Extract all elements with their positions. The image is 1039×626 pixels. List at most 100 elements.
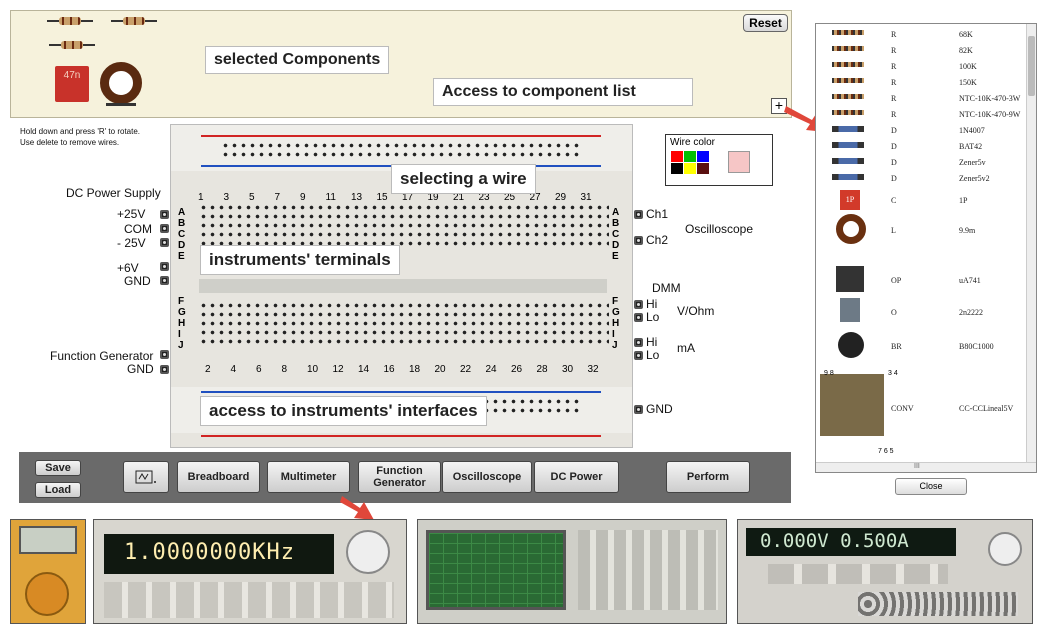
component-icon: [832, 142, 864, 148]
terminal-dmm-lo[interactable]: [634, 313, 643, 322]
component-icon: [832, 126, 864, 132]
column-number: 18: [409, 364, 421, 375]
function-generator-button[interactable]: Function Generator: [358, 461, 441, 493]
multimeter-button[interactable]: Multimeter: [267, 461, 350, 493]
screen-view-button[interactable]: [123, 461, 169, 493]
hole-block-bottom[interactable]: [199, 301, 609, 347]
reset-button[interactable]: Reset: [743, 14, 788, 32]
dc-power-button[interactable]: DC Power: [534, 461, 619, 493]
terminal-gnd-right[interactable]: [634, 405, 643, 414]
dmm-hi-label: Hi: [646, 297, 658, 311]
column-numbers-bottom: 2 4 6 8 10 12 14 16 18 20 22 24 26 28 30 32: [205, 364, 625, 378]
terminal-fgen-out[interactable]: [160, 350, 169, 359]
close-button[interactable]: Close: [895, 478, 967, 495]
terminal-dmm-ma-hi[interactable]: [634, 338, 643, 347]
component-value: uA741: [959, 276, 981, 285]
wire-color-picker: Wire color: [665, 134, 773, 186]
function-generator-panel[interactable]: 1.0000000KHz: [93, 519, 407, 624]
terminal-ch2[interactable]: [634, 236, 643, 245]
wire-color-swatch[interactable]: [684, 163, 696, 174]
resistor-icon[interactable]: [111, 17, 157, 25]
terminal-gnd[interactable]: [160, 276, 169, 285]
component-type: R: [891, 78, 897, 87]
load-button[interactable]: Load: [35, 482, 81, 498]
component-icon: [832, 158, 864, 164]
component-type: D: [891, 158, 897, 167]
terminal-com[interactable]: [160, 224, 169, 233]
row-letter: I: [178, 329, 181, 340]
component-icon: [838, 332, 864, 358]
vertical-scrollbar[interactable]: [1026, 24, 1036, 462]
column-number: 1: [198, 192, 204, 203]
column-number: 8: [281, 364, 288, 375]
terminal-dmm-hi[interactable]: [634, 300, 643, 309]
oscilloscope-panel[interactable]: [417, 519, 727, 624]
wire-color-swatch[interactable]: [671, 151, 683, 162]
callout-selecting-wire: selecting a wire: [391, 164, 536, 194]
oscilloscope-button[interactable]: Oscilloscope: [442, 461, 532, 493]
terminal-ch1[interactable]: [634, 210, 643, 219]
breadboard-button[interactable]: Breadboard: [177, 461, 260, 493]
column-number: 29: [555, 192, 567, 203]
wire-color-swatch[interactable]: [684, 151, 696, 162]
component-type: BR: [891, 342, 902, 351]
column-number: 28: [536, 364, 548, 375]
component-type: O: [891, 308, 897, 317]
component-value: 82K: [959, 46, 973, 55]
terminal-fgen-gnd[interactable]: [160, 365, 169, 374]
row-letter: D: [612, 240, 620, 251]
callout-access-component-list: Access to component list: [433, 78, 693, 106]
dc-power-supply-label: DC Power Supply: [66, 186, 161, 200]
save-button[interactable]: Save: [35, 460, 81, 476]
component-icon: 1P: [840, 190, 860, 210]
wire-color-swatch[interactable]: [697, 151, 709, 162]
component-value: Zener5v: [959, 158, 986, 167]
wire-color-swatch[interactable]: [671, 163, 683, 174]
horizontal-scrollbar[interactable]: III: [816, 462, 1036, 472]
wire-color-swatch[interactable]: [697, 163, 709, 174]
dmm-hi2-label: Hi: [646, 335, 658, 349]
column-number: 2: [205, 364, 211, 375]
dmm-lo-label: Lo: [646, 310, 660, 324]
component-icon: [836, 266, 864, 292]
ma-label: mA: [677, 341, 695, 355]
row-letter: G: [178, 307, 186, 318]
row-letter: C: [178, 229, 186, 240]
component-value: NTC-10K-470-3W: [959, 94, 1021, 103]
dc-power-panel[interactable]: 0.000V 0.500A: [737, 519, 1033, 624]
component-icon: [832, 110, 864, 115]
terminal-plus25[interactable]: [160, 210, 169, 219]
column-number: 30: [562, 364, 574, 375]
component-icon: [832, 78, 864, 83]
component-value: B80C1000: [959, 342, 994, 351]
dc-display: 0.000V 0.500A: [760, 530, 909, 552]
terminal-plus6[interactable]: [160, 262, 169, 271]
resistor-icon[interactable]: [47, 17, 93, 25]
hole-block-top[interactable]: [199, 203, 609, 249]
dmm-lo2-label: Lo: [646, 348, 660, 362]
capacitor-icon[interactable]: 47n: [55, 66, 89, 102]
component-type: L: [891, 226, 896, 235]
terminal-label-gnd: GND: [124, 274, 151, 288]
row-letter: I: [612, 329, 615, 340]
row-letter: J: [612, 340, 618, 351]
function-generator-label: Function Generator: [50, 349, 154, 363]
component-icon: [832, 46, 864, 51]
component-value: NTC-10K-470-9W: [959, 110, 1021, 119]
terminal-label-minus25: - 25V: [117, 236, 146, 250]
perform-button[interactable]: Perform: [666, 461, 750, 493]
terminal-dmm-ma-lo[interactable]: [634, 351, 643, 360]
pin-label: 7 6 5: [878, 448, 894, 455]
component-type: CONV: [891, 404, 914, 413]
component-value: 2n2222: [959, 308, 983, 317]
terminal-minus25[interactable]: [160, 238, 169, 247]
dmm-label: DMM: [652, 281, 681, 295]
resistor-icon[interactable]: [49, 41, 95, 49]
multimeter-panel[interactable]: [10, 519, 86, 624]
row-letter: E: [612, 251, 619, 262]
vohm-label: V/Ohm: [677, 304, 715, 318]
column-number: 13: [351, 192, 363, 203]
component-type: R: [891, 46, 897, 55]
row-letters-left-bottom: FGHIJ: [178, 296, 188, 356]
row-letter: F: [612, 296, 619, 307]
